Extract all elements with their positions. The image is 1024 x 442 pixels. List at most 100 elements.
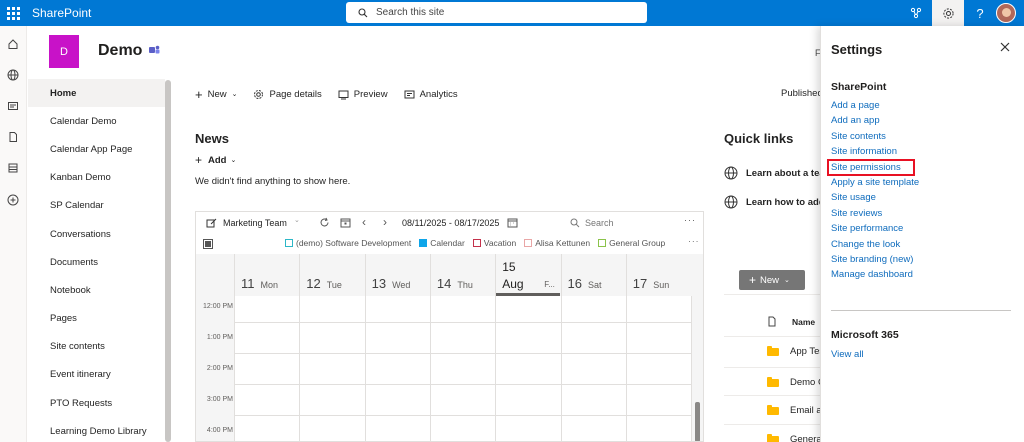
settings-link[interactable]: Site branding (new) [831, 254, 913, 265]
day-header[interactable]: 11 Mon [234, 254, 299, 296]
date-range[interactable]: 08/11/2025 - 08/17/2025 [402, 218, 499, 228]
divider [724, 424, 820, 425]
day-header[interactable]: 12 Tue [299, 254, 364, 296]
nav-item[interactable]: Home [28, 79, 165, 108]
site-title[interactable]: Demo [98, 42, 142, 60]
legend-item[interactable]: (demo) Software Development [285, 238, 411, 248]
calendar-name[interactable]: Marketing Team [223, 218, 287, 228]
settings-link[interactable]: Manage dashboard [831, 269, 913, 280]
document-row[interactable]: Genera [767, 433, 822, 442]
time-label: 3:00 PM [206, 396, 233, 403]
preview-button[interactable]: Preview [338, 89, 388, 100]
legend-item[interactable]: Calendar [419, 238, 465, 248]
calendar-scrollbar[interactable] [695, 402, 700, 441]
news-add-button[interactable]: + Add ⌄ [195, 153, 236, 167]
nav-item[interactable]: Event itinerary [28, 361, 165, 389]
nav-item[interactable]: Kanban Demo [28, 164, 165, 192]
week-grid-body[interactable] [234, 296, 691, 441]
legend-checkbox[interactable] [419, 239, 428, 247]
settings-link[interactable]: Add an app [831, 115, 880, 126]
settings-link[interactable]: Site reviews [831, 208, 882, 219]
settings-link[interactable]: Add a page [831, 100, 880, 111]
globe-icon [724, 195, 738, 209]
nav-item[interactable]: SP Calendar [28, 192, 165, 220]
more-options-icon[interactable]: ··· [684, 215, 696, 225]
quick-link-item[interactable]: Learn about a tear [724, 166, 828, 180]
select-all-checkbox[interactable] [203, 239, 213, 249]
settings-link[interactable]: Site usage [831, 192, 876, 203]
edit-icon[interactable] [206, 218, 217, 229]
plus-icon: + [749, 273, 757, 287]
legend-item[interactable]: Vacation [472, 238, 516, 248]
day-header[interactable]: 15 Aug F... [495, 254, 561, 296]
today-calendar-icon[interactable] [340, 217, 351, 228]
next-week-icon[interactable]: › [383, 215, 387, 229]
teams-icon[interactable] [149, 45, 160, 55]
legend-item[interactable]: General Group [598, 238, 665, 248]
settings-link[interactable]: Apply a site template [831, 177, 919, 188]
nav-item[interactable]: PTO Requests [28, 389, 165, 417]
settings-link[interactable]: Site performance [831, 223, 903, 234]
globe-icon[interactable] [6, 68, 20, 82]
nav-item[interactable]: Calendar App Page [28, 135, 165, 163]
day-header[interactable]: 14 Thu [429, 254, 495, 296]
divider [831, 310, 1011, 311]
settings-link[interactable]: Site contents [831, 131, 886, 142]
site-navigation: Home Calendar Demo Calendar App Page Kanban… [28, 79, 165, 442]
share-network-icon[interactable] [900, 0, 932, 26]
previous-week-icon[interactable]: ‹ [362, 215, 366, 229]
help-icon[interactable]: ? [964, 0, 996, 26]
legend-checkbox[interactable] [472, 239, 481, 247]
nav-scrollbar[interactable] [165, 80, 171, 442]
legend-checkbox[interactable] [598, 239, 607, 247]
nav-item[interactable]: Learning Demo Library [28, 417, 165, 442]
preview-label: Preview [353, 88, 388, 100]
settings-gear-icon[interactable] [932, 0, 964, 26]
page-details-label: Page details [269, 88, 322, 100]
nav-item[interactable]: Pages [28, 305, 165, 333]
date-picker-icon[interactable] [507, 217, 518, 228]
analytics-button[interactable]: Analytics [404, 89, 458, 100]
name-column-header[interactable]: Name [792, 317, 815, 327]
create-plus-icon[interactable] [6, 193, 20, 207]
news-icon[interactable] [6, 99, 20, 113]
refresh-icon[interactable] [319, 217, 330, 228]
calendar-switch-chevron-icon[interactable]: ⌄ [294, 216, 300, 224]
preview-icon [338, 90, 349, 99]
document-new-button[interactable]: + New ⌄ [739, 270, 805, 290]
nav-item[interactable]: Site contents [28, 333, 165, 361]
document-row[interactable]: App Tes [767, 345, 824, 357]
view-all-link[interactable]: View all [831, 349, 864, 360]
site-logo[interactable]: D [49, 35, 79, 68]
legend-item[interactable]: Alisa Kettunen [524, 238, 590, 248]
list-icon[interactable] [6, 161, 20, 175]
file-icon[interactable] [6, 130, 20, 144]
quick-link-item[interactable]: Learn how to add [724, 195, 825, 209]
legend-more-icon[interactable]: ··· [688, 236, 700, 246]
new-button[interactable]: + New ⌄ [195, 87, 237, 102]
app-name[interactable]: SharePoint [32, 6, 91, 20]
page-details-button[interactable]: Page details [253, 88, 322, 100]
close-icon[interactable] [1000, 40, 1012, 52]
document-row[interactable]: Demo C [767, 376, 825, 388]
day-extra: F... [544, 280, 555, 289]
avatar[interactable] [996, 3, 1016, 23]
settings-link[interactable]: Change the look [831, 239, 900, 250]
day-header[interactable]: 17 Sun [625, 254, 691, 296]
legend-checkbox[interactable] [285, 239, 293, 247]
settings-link[interactable]: Site information [831, 146, 897, 157]
nav-item[interactable]: Conversations [28, 220, 165, 248]
app-launcher-icon[interactable] [0, 0, 26, 26]
folder-icon [767, 404, 779, 415]
calendar-search-input[interactable]: Search [585, 218, 614, 228]
document-row[interactable]: Email a [767, 404, 822, 416]
nav-item[interactable]: Notebook [28, 276, 165, 304]
day-header[interactable]: 16 Sat [560, 254, 626, 296]
legend-checkbox[interactable] [524, 239, 533, 247]
site-search-input[interactable]: Search this site [346, 2, 647, 23]
settings-link[interactable]: Site permissions [827, 158, 915, 176]
nav-item[interactable]: Documents [28, 248, 165, 276]
day-header[interactable]: 13 Wed [364, 254, 430, 296]
home-icon[interactable] [6, 37, 20, 51]
nav-item[interactable]: Calendar Demo [28, 107, 165, 135]
